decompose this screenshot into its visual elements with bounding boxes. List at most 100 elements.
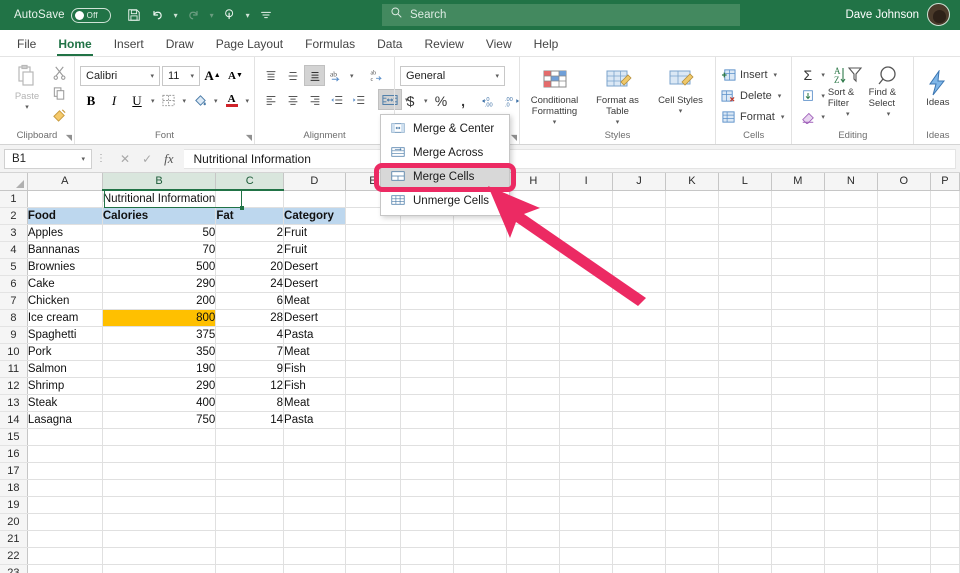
cell-L2[interactable] — [718, 207, 771, 224]
row-header-6[interactable]: 6 — [0, 275, 27, 292]
cell-J8[interactable] — [613, 309, 666, 326]
cell-D20[interactable] — [284, 513, 346, 530]
cell-G12[interactable] — [454, 377, 507, 394]
clipboard-dialog-launcher[interactable]: ◥ — [66, 133, 72, 142]
format-as-table-button[interactable]: Format as Table ▾ — [588, 66, 647, 128]
cell-I3[interactable] — [560, 224, 613, 241]
cell-L13[interactable] — [718, 394, 771, 411]
cell-A14[interactable]: Lasagna — [27, 411, 102, 428]
cell-F3[interactable] — [401, 224, 454, 241]
cell-B14[interactable]: 750 — [102, 411, 216, 428]
cell-B1[interactable]: Nutritional Information — [102, 190, 216, 207]
cell-P17[interactable] — [930, 462, 959, 479]
cell-A12[interactable]: Shrimp — [27, 377, 102, 394]
cell-C8[interactable]: 28 — [216, 309, 284, 326]
cell-P16[interactable] — [930, 445, 959, 462]
cell-F23[interactable] — [401, 564, 454, 573]
cell-L8[interactable] — [718, 309, 771, 326]
cell-O18[interactable] — [877, 479, 930, 496]
cell-J18[interactable] — [613, 479, 666, 496]
name-box[interactable]: B1 ▾ — [4, 149, 92, 169]
cell-G7[interactable] — [454, 292, 507, 309]
cell-I5[interactable] — [560, 258, 613, 275]
cell-N1[interactable] — [824, 190, 877, 207]
cell-J13[interactable] — [613, 394, 666, 411]
cell-N5[interactable] — [824, 258, 877, 275]
cell-B20[interactable] — [102, 513, 216, 530]
cell-C15[interactable] — [216, 428, 284, 445]
cell-L6[interactable] — [718, 275, 771, 292]
cell-N21[interactable] — [824, 530, 877, 547]
comma-button[interactable]: , — [453, 90, 474, 111]
italic-button[interactable]: I — [103, 90, 125, 111]
cell-L11[interactable] — [718, 360, 771, 377]
cell-H2[interactable] — [507, 207, 560, 224]
cell-P18[interactable] — [930, 479, 959, 496]
more-commands-icon[interactable] — [255, 4, 277, 26]
cell-K6[interactable] — [665, 275, 718, 292]
align-left-icon[interactable] — [260, 89, 281, 110]
cell-A20[interactable] — [27, 513, 102, 530]
cell-M6[interactable] — [771, 275, 824, 292]
cell-P3[interactable] — [930, 224, 959, 241]
underline-button[interactable]: U — [126, 90, 148, 111]
cell-O6[interactable] — [877, 275, 930, 292]
autosum-button[interactable]: Σ ▾ — [797, 65, 827, 85]
touch-mode-icon[interactable] — [219, 4, 241, 26]
row-header-5[interactable]: 5 — [0, 258, 27, 275]
cell-E14[interactable] — [345, 411, 401, 428]
undo-icon[interactable] — [147, 4, 169, 26]
cell-C14[interactable]: 14 — [216, 411, 284, 428]
fill-color-dropdown-icon[interactable]: ▾ — [212, 97, 220, 105]
cell-L7[interactable] — [718, 292, 771, 309]
cell-styles-button[interactable]: Cell Styles ▾ — [651, 66, 710, 117]
cell-H22[interactable] — [507, 547, 560, 564]
cell-L16[interactable] — [718, 445, 771, 462]
cell-J12[interactable] — [613, 377, 666, 394]
cell-O22[interactable] — [877, 547, 930, 564]
cell-A6[interactable]: Cake — [27, 275, 102, 292]
cell-K4[interactable] — [665, 241, 718, 258]
cell-I2[interactable] — [560, 207, 613, 224]
cell-J4[interactable] — [613, 241, 666, 258]
cell-E6[interactable] — [345, 275, 401, 292]
cut-icon[interactable] — [49, 63, 69, 82]
cell-C11[interactable]: 9 — [216, 360, 284, 377]
cell-J6[interactable] — [613, 275, 666, 292]
select-all-corner[interactable] — [0, 173, 27, 190]
cell-J14[interactable] — [613, 411, 666, 428]
sort-filter-dropdown-icon[interactable]: ▾ — [844, 109, 852, 120]
cell-K16[interactable] — [665, 445, 718, 462]
cell-G5[interactable] — [454, 258, 507, 275]
cell-I17[interactable] — [560, 462, 613, 479]
currency-dropdown-icon[interactable]: ▾ — [422, 97, 430, 105]
cell-J2[interactable] — [613, 207, 666, 224]
cell-O2[interactable] — [877, 207, 930, 224]
cell-D13[interactable]: Meat — [284, 394, 346, 411]
cell-L23[interactable] — [718, 564, 771, 573]
cell-O7[interactable] — [877, 292, 930, 309]
cell-N3[interactable] — [824, 224, 877, 241]
cell-K18[interactable] — [665, 479, 718, 496]
increase-indent-icon[interactable] — [348, 89, 369, 110]
cell-E10[interactable] — [345, 343, 401, 360]
cell-M5[interactable] — [771, 258, 824, 275]
cell-P22[interactable] — [930, 547, 959, 564]
cell-N17[interactable] — [824, 462, 877, 479]
cell-A4[interactable]: Bannanas — [27, 241, 102, 258]
percent-button[interactable]: % — [431, 90, 452, 111]
cell-J21[interactable] — [613, 530, 666, 547]
cell-J5[interactable] — [613, 258, 666, 275]
cell-K23[interactable] — [665, 564, 718, 573]
cell-G19[interactable] — [454, 496, 507, 513]
cell-D5[interactable]: Desert — [284, 258, 346, 275]
cell-E18[interactable] — [345, 479, 401, 496]
cell-K20[interactable] — [665, 513, 718, 530]
delete-dropdown-icon[interactable]: ▾ — [776, 92, 784, 100]
cell-K17[interactable] — [665, 462, 718, 479]
font-size-select[interactable]: 11 ▾ — [162, 66, 200, 86]
cell-C21[interactable] — [216, 530, 284, 547]
cell-H23[interactable] — [507, 564, 560, 573]
cell-C9[interactable]: 4 — [216, 326, 284, 343]
cell-A16[interactable] — [27, 445, 102, 462]
